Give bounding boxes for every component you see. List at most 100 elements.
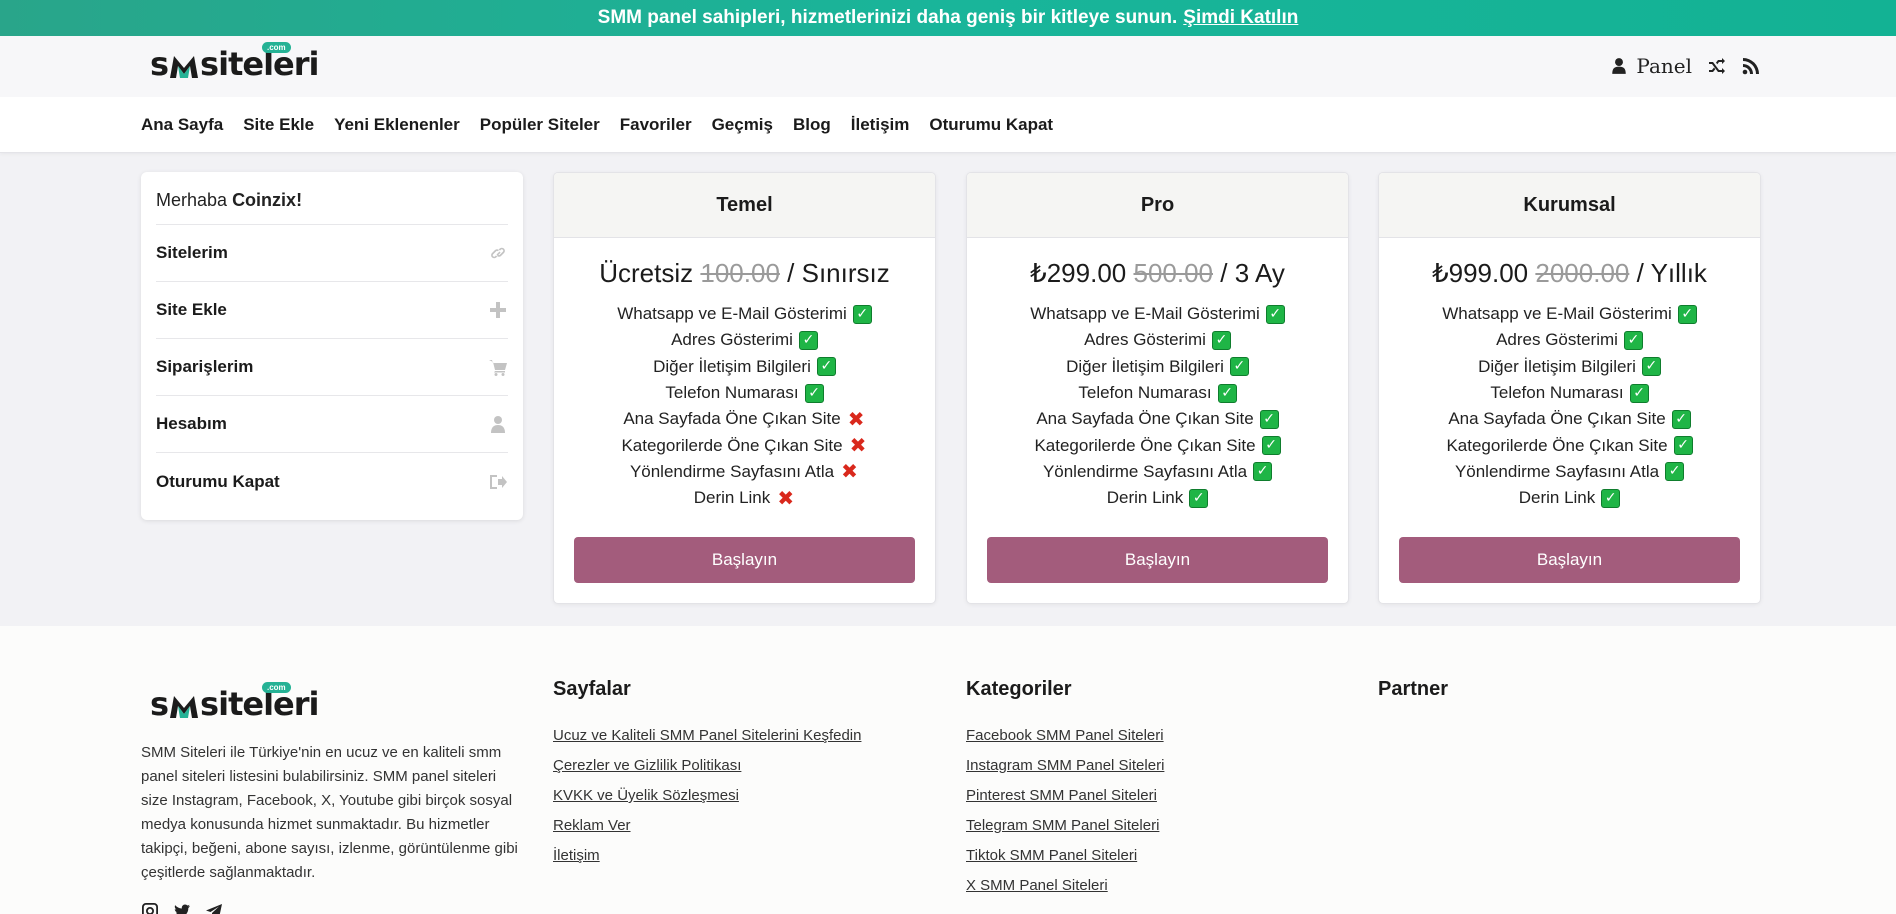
footer-pages-title: Sayfalar	[553, 678, 631, 700]
feature-label: Diğer İletişim Bilgileri	[1478, 356, 1636, 376]
start-button[interactable]: Başlayın	[1399, 537, 1740, 583]
price-period: / 3 Ay	[1220, 258, 1285, 288]
sidebar-item-label: Sitelerim	[156, 243, 228, 262]
footer-category-link[interactable]: Instagram SMM Panel Siteleri	[966, 757, 1164, 787]
shuffle-icon	[1709, 58, 1725, 74]
header-actions: Panel	[1610, 54, 1760, 78]
nav-item-iletisim[interactable]: İletişim	[851, 115, 910, 135]
logo-text-left: s	[150, 45, 169, 83]
sidebar-item-site-ekle[interactable]: Site Ekle	[156, 282, 508, 339]
panel-label: Panel	[1636, 54, 1692, 78]
feature-list: Whatsapp ve E-Mail Gösterimi ✓ Adres Göste…	[1379, 301, 1760, 511]
feature-item: Kategorilerde Öne Çıkan Site ✓	[967, 432, 1348, 458]
footer-page-link[interactable]: Ucuz ve Kaliteli SMM Panel Sitelerini Ke…	[553, 727, 861, 757]
feature-item: Derin Link ✖	[554, 485, 935, 511]
feature-item: Ana Sayfada Öne Çıkan Site ✓	[1379, 406, 1760, 432]
check-icon: ✓	[1261, 436, 1281, 456]
price-value: ₺999.00	[1432, 258, 1529, 288]
footer-pages-column: Sayfalar Ucuz ve Kaliteli SMM Panel Site…	[553, 678, 861, 877]
check-icon: ✓	[1211, 330, 1231, 350]
nav-item-oturumu-kapat[interactable]: Oturumu Kapat	[929, 115, 1053, 135]
feature-label: Whatsapp ve E-Mail Gösterimi	[1442, 304, 1672, 324]
feature-label: Kategorilerde Öne Çıkan Site	[1446, 435, 1668, 455]
sidebar-item-label: Site Ekle	[156, 300, 227, 319]
feature-item: Telefon Numarası ✓	[967, 380, 1348, 406]
logo-m-icon	[169, 54, 199, 80]
footer-category-link[interactable]: X SMM Panel Siteleri	[966, 877, 1164, 907]
logo-tag: .com	[262, 682, 291, 693]
footer-page-link[interactable]: Çerezler ve Gizlilik Politikası	[553, 757, 861, 787]
nav-item-blog[interactable]: Blog	[793, 115, 831, 135]
cross-icon: ✖	[847, 406, 865, 431]
feature-item: Kategorilerde Öne Çıkan Site ✖	[554, 432, 935, 458]
panel-link[interactable]: Panel	[1610, 54, 1692, 78]
sidebar-item-sitelerim[interactable]: Sitelerim	[156, 225, 508, 282]
old-price: 500.00	[1133, 258, 1214, 288]
check-icon: ✓	[1641, 357, 1661, 377]
feature-label: Telefon Numarası	[665, 383, 799, 403]
check-icon: ✓	[1671, 409, 1691, 429]
footer-category-link[interactable]: Facebook SMM Panel Siteleri	[966, 727, 1164, 757]
logo-text-right: siteleri	[200, 45, 319, 83]
feature-label: Ana Sayfada Öne Çıkan Site	[623, 409, 841, 429]
brand-bar: s siteleri .com Panel	[0, 36, 1896, 97]
plan-card-kurumsal: Kurumsal ₺999.00 2000.00 / Yıllık Whatsa…	[1378, 172, 1761, 604]
logo-m-icon	[169, 694, 199, 720]
account-sidebar: Merhaba Coinzix! Sitelerim Site Ekle Sip…	[141, 172, 523, 520]
instagram-icon[interactable]	[141, 902, 159, 914]
site-logo[interactable]: s siteleri .com	[150, 42, 319, 83]
rss-icon	[1742, 58, 1759, 75]
nav-item-yeni-eklenenler[interactable]: Yeni Eklenenler	[334, 115, 460, 135]
rss-button[interactable]	[1742, 57, 1760, 75]
cross-icon: ✖	[841, 459, 858, 484]
footer-page-link[interactable]: İletişim	[553, 847, 861, 877]
check-icon: ✓	[816, 357, 836, 377]
feature-label: Yönlendirme Sayfasını Atla	[1042, 461, 1248, 481]
plan-price: ₺299.00 500.00 / 3 Ay	[967, 258, 1348, 289]
footer-category-link[interactable]: Telegram SMM Panel Siteleri	[966, 817, 1164, 847]
promo-banner: SMM panel sahipleri, hizmetlerinizi daha…	[0, 0, 1896, 36]
feature-label: Whatsapp ve E-Mail Gösterimi	[617, 304, 847, 324]
sidebar-item-label: Hesabım	[156, 414, 227, 433]
footer-logo[interactable]: s siteleri .com	[150, 682, 319, 720]
sidebar-item-siparislerim[interactable]: Siparişlerim	[156, 339, 508, 396]
old-price: 100.00	[700, 258, 780, 288]
feature-list: Whatsapp ve E-Mail Gösterimi ✓ Adres Göste…	[967, 301, 1348, 511]
start-button[interactable]: Başlayın	[574, 537, 915, 583]
cross-icon: ✖	[777, 485, 795, 510]
check-icon: ✓	[798, 330, 818, 350]
nav-item-populer-siteler[interactable]: Popüler Siteler	[480, 115, 600, 135]
footer-partner-column: Partner	[1378, 678, 1448, 727]
random-site-button[interactable]	[1708, 57, 1726, 75]
nav-item-gecmis[interactable]: Geçmiş	[712, 115, 773, 135]
nav-item-favoriler[interactable]: Favoriler	[620, 115, 692, 135]
check-icon: ✓	[1229, 357, 1249, 377]
sidebar-item-hesabim[interactable]: Hesabım	[156, 396, 508, 453]
telegram-icon[interactable]	[205, 902, 223, 914]
twitter-icon[interactable]	[173, 902, 191, 914]
start-button[interactable]: Başlayın	[987, 537, 1328, 583]
nav-item-ana-sayfa[interactable]: Ana Sayfa	[141, 115, 223, 135]
feature-label: Derin Link	[1106, 488, 1184, 508]
check-icon: ✓	[1677, 304, 1697, 324]
feature-item: Whatsapp ve E-Mail Gösterimi ✓	[1379, 301, 1760, 327]
feature-item: Whatsapp ve E-Mail Gösterimi ✓	[554, 301, 935, 327]
sidebar-item-oturumu-kapat[interactable]: Oturumu Kapat	[156, 453, 508, 510]
promo-join-link[interactable]: Şimdi Katılın	[1183, 7, 1298, 29]
check-icon: ✓	[1217, 383, 1237, 403]
link-icon	[491, 247, 505, 259]
footer-partner-title: Partner	[1378, 678, 1449, 700]
footer-category-link[interactable]: Pinterest SMM Panel Siteleri	[966, 787, 1164, 817]
check-icon: ✓	[1629, 383, 1649, 403]
site-footer: s siteleri .com SMM Siteleri ile Türkiye…	[0, 626, 1896, 914]
nav-item-site-ekle[interactable]: Site Ekle	[243, 115, 314, 135]
footer-category-link[interactable]: Tiktok SMM Panel Siteleri	[966, 847, 1164, 877]
footer-page-link[interactable]: Reklam Ver	[553, 817, 861, 847]
feature-item: Whatsapp ve E-Mail Gösterimi ✓	[967, 301, 1348, 327]
feature-label: Kategorilerde Öne Çıkan Site	[621, 435, 843, 455]
feature-item: Yönlendirme Sayfasını Atla ✓	[1379, 459, 1760, 485]
footer-categories-column: Kategoriler Facebook SMM Panel Siteleri …	[966, 678, 1164, 907]
check-icon: ✓	[1265, 304, 1285, 324]
footer-page-link[interactable]: KVKK ve Üyelik Sözleşmesi	[553, 787, 861, 817]
price-value: Ücretsiz	[599, 258, 694, 288]
